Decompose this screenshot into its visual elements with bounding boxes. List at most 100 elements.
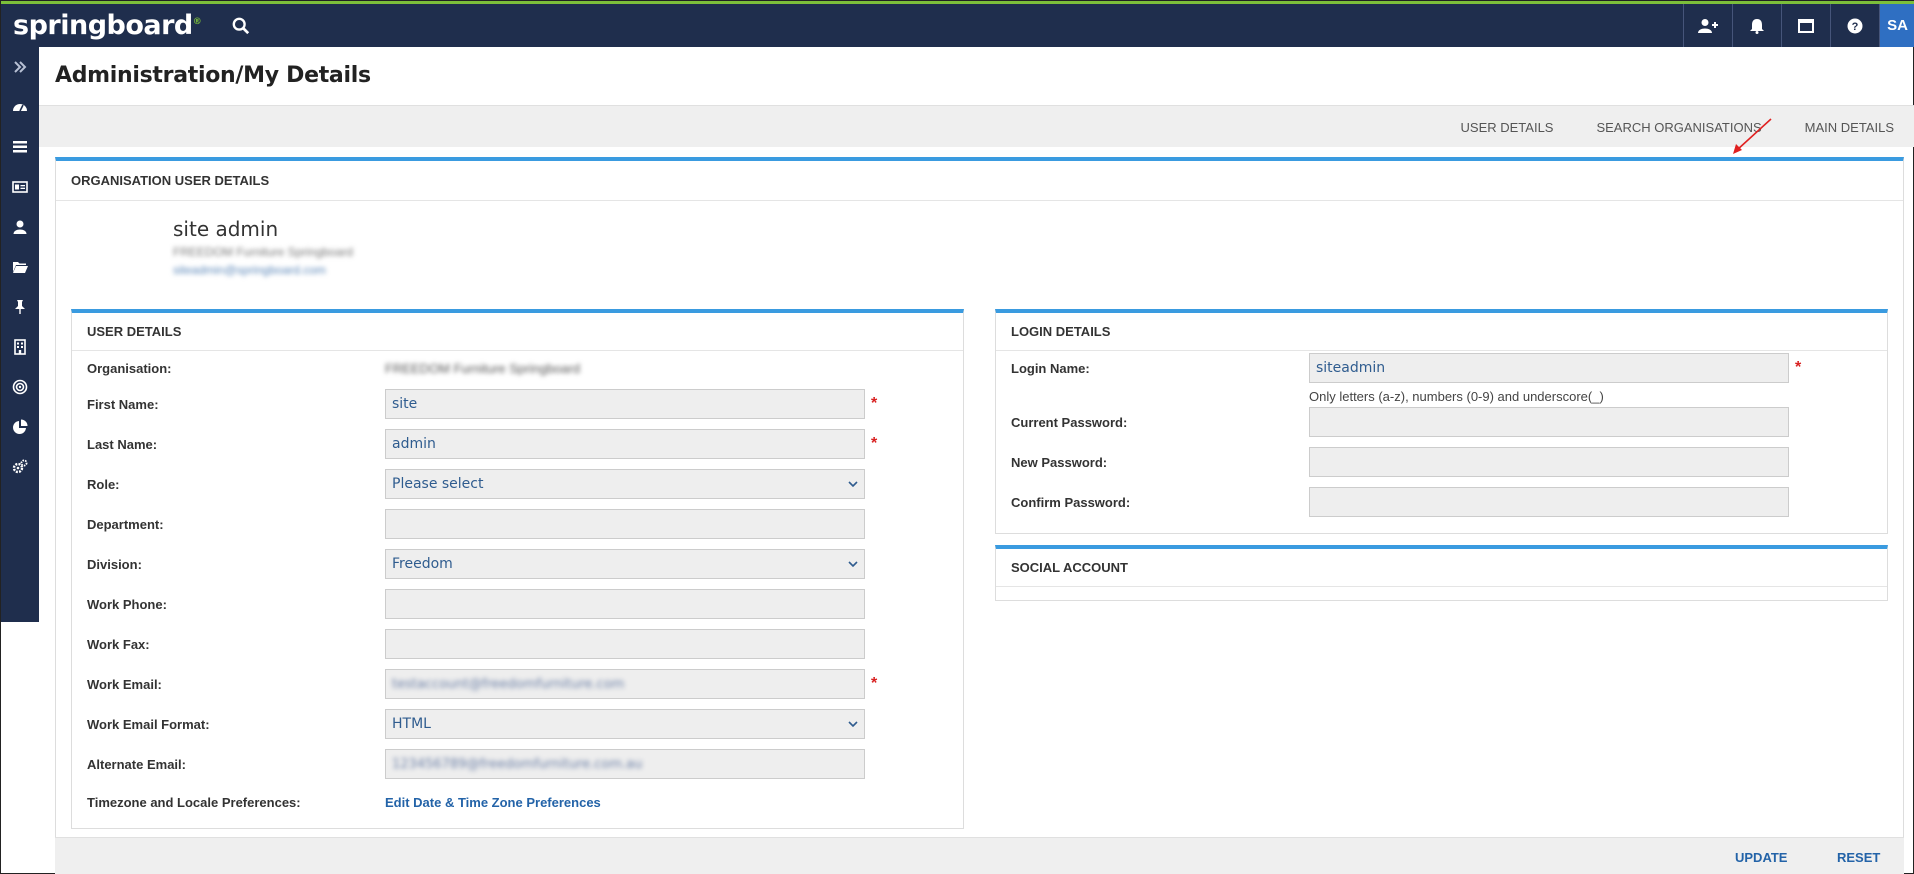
nav-dashboard[interactable] (1, 87, 39, 127)
window-button[interactable] (1781, 4, 1830, 47)
main-content: Administration/My Details USER DETAILS S… (39, 47, 1914, 874)
role-select[interactable]: Please select (385, 469, 865, 499)
alternate-email-input[interactable]: 123456789@freedomfurniture.com.au (385, 749, 865, 779)
logo-text: springboard (13, 10, 193, 41)
building-icon (14, 339, 26, 355)
role-selected-value: Please select (392, 476, 484, 492)
dashboard-gauge-icon (13, 104, 27, 112)
springboard-logo[interactable]: springboard® (13, 10, 202, 41)
nav-settings[interactable] (1, 447, 39, 487)
field-label: Work Email Format: (87, 716, 210, 732)
tabs-bar: USER DETAILS SEARCH ORGANISATIONS MAIN D… (39, 105, 1914, 147)
field-label: Work Email: (87, 676, 162, 692)
login-name-row: Login Name: siteadmin * (1011, 353, 1801, 383)
alternate-email-row: Alternate Email: 123456789@freedomfurnit… (87, 749, 865, 779)
logo-mark: ® (192, 17, 202, 27)
field-label: First Name: (87, 396, 159, 412)
nav-pin[interactable] (1, 287, 39, 327)
search-button[interactable] (229, 14, 253, 38)
login-details-card: LOGIN DETAILS Login Name: siteadmin * On… (995, 309, 1888, 534)
nav-id-card[interactable] (1, 167, 39, 207)
expand-nav-button[interactable] (1, 47, 39, 87)
work-email-value: testaccount@freedomfurniture.com (392, 676, 625, 692)
field-label: Alternate Email: (87, 756, 186, 772)
header-actions: ? SA (1683, 4, 1914, 47)
last-name-input[interactable]: admin (385, 429, 865, 459)
edit-timezone-link[interactable]: Edit Date & Time Zone Preferences (385, 795, 601, 810)
field-label: Organisation: (87, 361, 172, 376)
top-bar: springboard® ? SA (1, 1, 1914, 47)
card-title: USER DETAILS (72, 313, 963, 351)
current-password-input[interactable] (1309, 407, 1789, 437)
organisation-value: FREEDOM Furniture Springboard (385, 361, 581, 376)
work-phone-input[interactable] (385, 589, 865, 619)
new-password-input[interactable] (1309, 447, 1789, 477)
timezone-row: Timezone and Locale Preferences: Edit Da… (87, 795, 601, 810)
work-fax-input[interactable] (385, 629, 865, 659)
division-select[interactable]: Freedom (385, 549, 865, 579)
add-user-button[interactable] (1683, 4, 1732, 47)
field-label: Login Name: (1011, 360, 1090, 376)
nav-building[interactable] (1, 327, 39, 367)
work-email-input[interactable]: testaccount@freedomfurniture.com (385, 669, 865, 699)
current-password-row: Current Password: (1011, 407, 1789, 437)
user-icon (13, 220, 27, 234)
update-button[interactable]: UPDATE (1735, 850, 1787, 865)
field-label: New Password: (1011, 454, 1108, 470)
field-label: Role: (87, 476, 120, 492)
new-password-row: New Password: (1011, 447, 1789, 477)
field-label: Work Phone: (87, 596, 167, 612)
user-avatar[interactable]: SA (1879, 4, 1914, 47)
card-title: LOGIN DETAILS (996, 313, 1887, 351)
division-selected-value: Freedom (392, 556, 453, 572)
field-label: Department: (87, 516, 164, 532)
nav-target[interactable] (1, 367, 39, 407)
target-icon (12, 379, 28, 395)
role-row: Role: Please select (87, 469, 865, 499)
department-row: Department: (87, 509, 865, 539)
department-input[interactable] (385, 509, 865, 539)
id-card-icon (12, 181, 28, 193)
section-title: ORGANISATION USER DETAILS (56, 161, 1903, 201)
tab-list: USER DETAILS SEARCH ORGANISATIONS MAIN D… (1418, 106, 1894, 148)
double-chevron-right-icon (14, 61, 27, 73)
profile-email[interactable]: siteadmin@springboard.com (173, 263, 353, 277)
profile-summary: site admin FREEDOM Furniture Springboard… (173, 217, 353, 277)
folder-open-icon (13, 262, 28, 273)
field-label: Confirm Password: (1011, 494, 1131, 510)
organisation-user-details-panel: ORGANISATION USER DETAILS site admin FRE… (55, 157, 1904, 873)
last-name-row: Last Name: admin * (87, 429, 877, 459)
first-name-row: First Name: site * (87, 389, 877, 419)
user-details-card: USER DETAILS Organisation: FREEDOM Furni… (71, 309, 964, 829)
chevron-down-icon (848, 561, 858, 568)
work-fax-row: Work Fax: (87, 629, 865, 659)
required-mark: * (871, 675, 878, 692)
window-icon (1798, 18, 1814, 33)
login-name-hint: Only letters (a-z), numbers (0-9) and un… (1309, 389, 1604, 404)
nav-reports[interactable] (1, 407, 39, 447)
work-email-row: Work Email: testaccount@freedomfurniture… (87, 669, 877, 699)
nav-user[interactable] (1, 207, 39, 247)
required-mark: * (871, 395, 878, 412)
confirm-password-input[interactable] (1309, 487, 1789, 517)
notifications-button[interactable] (1732, 4, 1781, 47)
first-name-input[interactable]: site (385, 389, 865, 419)
confirm-password-row: Confirm Password: (1011, 487, 1789, 517)
help-icon: ? (1847, 18, 1863, 33)
reset-button[interactable]: RESET (1837, 850, 1880, 865)
login-name-input[interactable]: siteadmin (1309, 353, 1789, 383)
help-button[interactable]: ? (1830, 4, 1879, 47)
work-email-format-select[interactable]: HTML (385, 709, 865, 739)
nav-folder[interactable] (1, 247, 39, 287)
gears-icon (12, 459, 28, 474)
field-label: Current Password: (1011, 414, 1128, 430)
social-account-card: SOCIAL ACCOUNT (995, 545, 1888, 601)
nav-list[interactable] (1, 127, 39, 167)
work-phone-row: Work Phone: (87, 589, 865, 619)
profile-name: site admin (173, 217, 279, 241)
chevron-down-icon (848, 721, 858, 728)
list-icon (13, 141, 27, 153)
alternate-email-value: 123456789@freedomfurniture.com.au (392, 756, 643, 772)
tab-user-details[interactable]: USER DETAILS (1461, 120, 1554, 135)
tab-main-details[interactable]: MAIN DETAILS (1805, 120, 1894, 135)
